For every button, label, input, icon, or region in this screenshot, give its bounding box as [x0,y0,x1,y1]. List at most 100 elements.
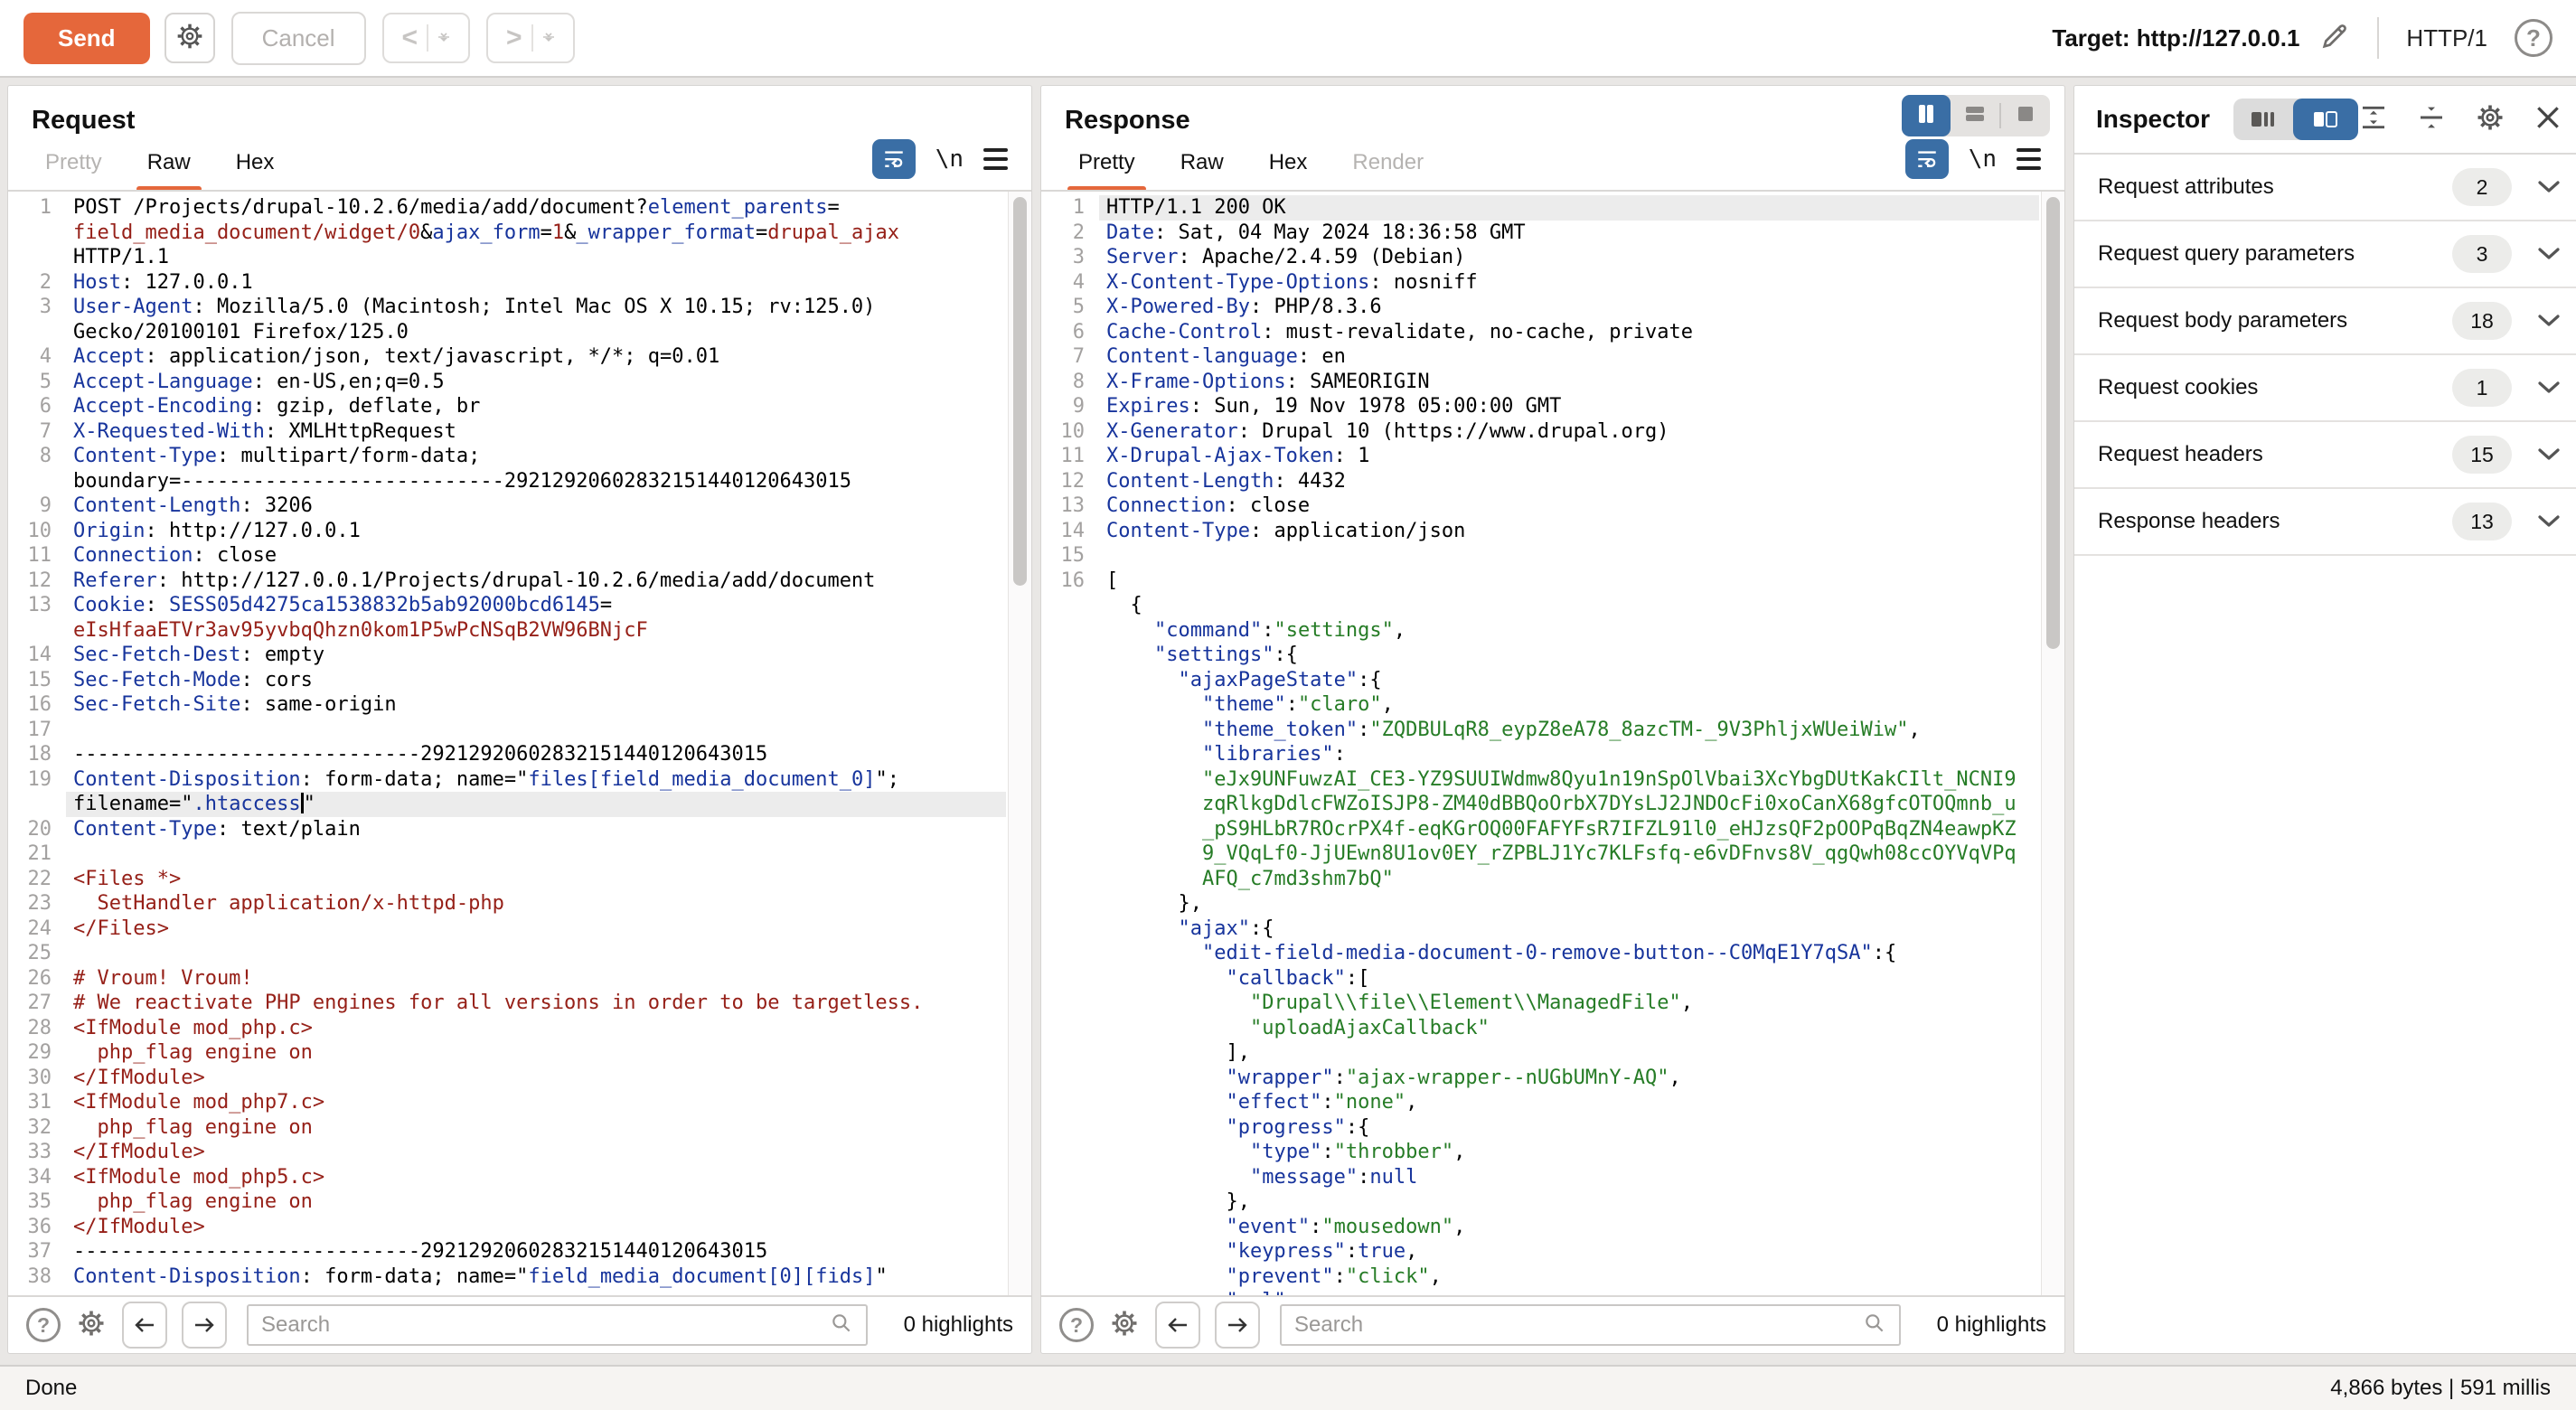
response-search-input[interactable] [1294,1312,1863,1338]
search-settings-icon[interactable] [75,1307,108,1344]
response-editor[interactable]: 1HTTP/1.1 200 OK2Date: Sat, 04 May 2024 … [1041,190,2064,1295]
http-version-label[interactable]: HTTP/1 [2406,24,2487,52]
code-line: "effect":"none", [1041,1090,2064,1115]
tab-hex[interactable]: Hex [1260,150,1317,190]
expand-all-icon[interactable] [2358,103,2389,136]
code-line: 31<IfModule mod_php7.c> [8,1090,1031,1115]
edit-target-button[interactable] [2319,21,2350,56]
code-line: "url": [1041,1289,2064,1295]
inspector-section-request-body-parameters[interactable]: Request body parameters18 [2074,288,2576,355]
code-line: 35 php_flag engine on [8,1189,1031,1215]
inspector-section-request-query-parameters[interactable]: Request query parameters3 [2074,221,2576,288]
code-line: "type":"throbber", [1041,1140,2064,1165]
code-line: AFQ_c7md3shm7bQ" [1041,867,2064,892]
inspector-panel: Inspector [2073,85,2576,1354]
word-wrap-toggle-button[interactable] [1905,139,1949,179]
inspector-section-request-cookies[interactable]: Request cookies1 [2074,355,2576,422]
code-line: 28<IfModule mod_php.c> [8,1016,1031,1041]
word-wrap-toggle-button[interactable] [872,139,916,179]
search-help-icon[interactable]: ? [26,1308,61,1342]
editor-menu-icon[interactable] [983,148,1008,170]
divider [2377,17,2379,59]
tab-raw[interactable]: Raw [138,150,200,190]
search-icon [830,1311,853,1340]
chevron-down-icon [2537,514,2561,529]
help-icon[interactable]: ? [2515,19,2552,57]
close-icon[interactable] [2534,103,2562,136]
code-line: 36</IfModule> [8,1215,1031,1240]
count-badge: 3 [2452,235,2512,273]
code-line: 23 SetHandler application/x-httpd-php [8,891,1031,916]
inspector-dock-toggle [2233,99,2358,140]
layout-single-button[interactable] [2001,95,2050,136]
cancel-button[interactable]: Cancel [231,12,366,65]
tab-render[interactable]: Render [1343,150,1433,190]
back-history-button[interactable]: < [382,13,471,63]
gear-icon [175,22,204,55]
code-line: "theme":"claro", [1041,692,2064,718]
code-line: 18-----------------------------292129206… [8,742,1031,767]
code-line: 11X-Drupal-Ajax-Token: 1 [1041,444,2064,469]
code-line: "settings":{ [1041,643,2064,668]
code-line: "uploadAjaxCallback" [1041,1016,2064,1041]
code-line: 8X-Frame-Options: SAMEORIGIN [1041,370,2064,395]
inspector-section-request-headers[interactable]: Request headers15 [2074,422,2576,489]
code-line: boundary=---------------------------2921… [8,469,1031,494]
send-button[interactable]: Send [24,13,150,64]
response-tab-icons: \n [1896,139,2050,190]
code-line: 20Content-Type: text/plain [8,817,1031,842]
vertical-scrollbar[interactable] [1008,192,1031,1295]
request-search-input[interactable] [261,1312,830,1338]
dock-right-button[interactable] [2293,99,2358,140]
show-newlines-toggle[interactable]: \n [935,146,964,173]
code-line: 4Accept: application/json, text/javascri… [8,344,1031,370]
code-line: "callback":[ [1041,966,2064,992]
forward-history-button[interactable]: > [486,13,575,63]
show-newlines-toggle[interactable]: \n [1969,146,1997,173]
vertical-scrollbar[interactable] [2041,192,2064,1295]
chevron-down-icon [2537,314,2561,328]
search-icon [1863,1311,1886,1340]
code-line: filename=".htaccess" [8,792,1031,817]
code-line: 13Connection: close [1041,494,2064,519]
layout-columns-button[interactable] [1902,95,1951,136]
search-next-button[interactable] [182,1302,227,1349]
code-line: 10X-Generator: Drupal 10 (https://www.dr… [1041,419,2064,445]
editor-menu-icon[interactable] [2017,148,2041,170]
size-time-status: 4,866 bytes | 591 millis [2330,1376,2551,1401]
code-line: 25 [8,941,1031,966]
tab-hex[interactable]: Hex [227,150,284,190]
inspector-section-request-attributes[interactable]: Request attributes2 [2074,155,2576,221]
code-line: 29 php_flag engine on [8,1040,1031,1066]
code-line: 14Content-Type: application/json [1041,519,2064,544]
tab-pretty[interactable]: Pretty [1069,150,1144,190]
layout-rows-button[interactable] [1951,95,1999,136]
code-line: 1HTTP/1.1 200 OK [1041,195,2064,221]
search-help-icon[interactable]: ? [1059,1308,1094,1342]
search-settings-icon[interactable] [1108,1307,1141,1344]
search-prev-button[interactable] [122,1302,167,1349]
collapse-all-icon[interactable] [2416,103,2447,136]
code-line: 9_VQqLf0-JjUEwn8U1ov0EY_rZPBLJ1Yc7KLFsfq… [1041,841,2064,867]
toolbar: Send Cancel < [0,0,2576,78]
inspector-section-response-headers[interactable]: Response headers13 [2074,489,2576,556]
search-prev-button[interactable] [1155,1302,1200,1349]
inspector-settings-icon[interactable] [2474,101,2506,138]
tab-raw[interactable]: Raw [1171,150,1233,190]
code-line: 13Cookie: SESS05d4275ca1538832b5ab92000b… [8,593,1031,618]
code-line: 6Cache-Control: must-revalidate, no-cach… [1041,320,2064,345]
tab-pretty[interactable]: Pretty [36,150,111,190]
search-next-button[interactable] [1215,1302,1260,1349]
chevron-left-icon: < [393,23,428,53]
inspector-header-icons [2358,101,2562,138]
send-settings-button[interactable] [165,13,215,63]
dock-left-button[interactable] [2233,99,2293,140]
layout-toggle-group [1902,95,2050,136]
chevron-down-icon [428,30,459,46]
code-line: 5Accept-Language: en-US,en;q=0.5 [8,370,1031,395]
count-badge: 18 [2452,302,2512,340]
status-message: Done [25,1376,77,1401]
request-editor[interactable]: 1POST /Projects/drupal-10.2.6/media/add/… [8,190,1031,1295]
request-highlight-count: 0 highlights [904,1312,1013,1338]
inspector-header: Inspector [2074,86,2576,155]
